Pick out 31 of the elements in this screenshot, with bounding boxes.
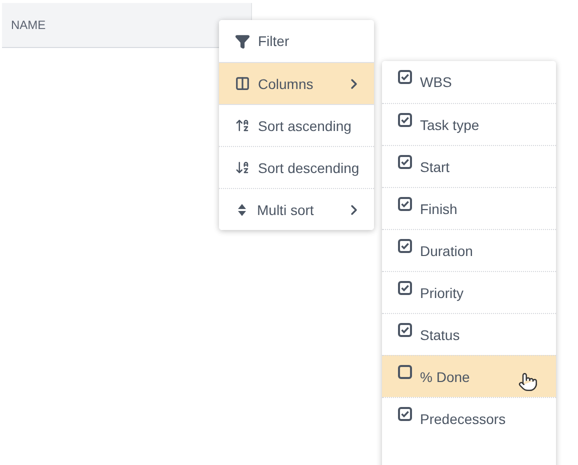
submenu-item[interactable]: % Done [382, 355, 556, 397]
menu-item[interactable]: Sort ascending [219, 104, 374, 146]
checkbox[interactable] [398, 197, 412, 211]
menu-item[interactable]: Filter [219, 20, 374, 62]
sort-ascending-icon [235, 118, 250, 133]
column-header[interactable]: NAME [2, 3, 252, 48]
column-title: NAME [11, 18, 46, 32]
submenu-item[interactable]: Predecessors [382, 397, 556, 439]
submenu-item[interactable]: WBS [382, 61, 556, 103]
menu-item[interactable]: Multi sort [219, 188, 374, 230]
checkbox[interactable] [398, 365, 412, 379]
columns-icon [235, 76, 250, 91]
sort-arrows-icon [235, 202, 249, 216]
checkbox[interactable] [398, 113, 412, 127]
checkbox[interactable] [398, 70, 412, 84]
checkbox[interactable] [398, 281, 412, 295]
checkbox[interactable] [398, 407, 412, 421]
submenu-item[interactable]: Task type [382, 103, 556, 145]
checkbox[interactable] [398, 323, 412, 337]
checkbox[interactable] [398, 155, 412, 169]
submenu-item[interactable]: Priority [382, 271, 556, 313]
hand-pointer-icon [518, 372, 538, 392]
menu-item[interactable]: Columns [219, 62, 374, 104]
checkbox[interactable] [398, 239, 412, 253]
submenu-item[interactable]: Finish [382, 187, 556, 229]
submenu-item[interactable]: Duration [382, 229, 556, 271]
submenu-item[interactable]: Start [382, 145, 556, 187]
sort-descending-icon [235, 160, 250, 175]
menu-item[interactable]: Sort descending [219, 146, 374, 188]
filter-icon [235, 34, 250, 48]
submenu-item[interactable]: Status [382, 313, 556, 355]
